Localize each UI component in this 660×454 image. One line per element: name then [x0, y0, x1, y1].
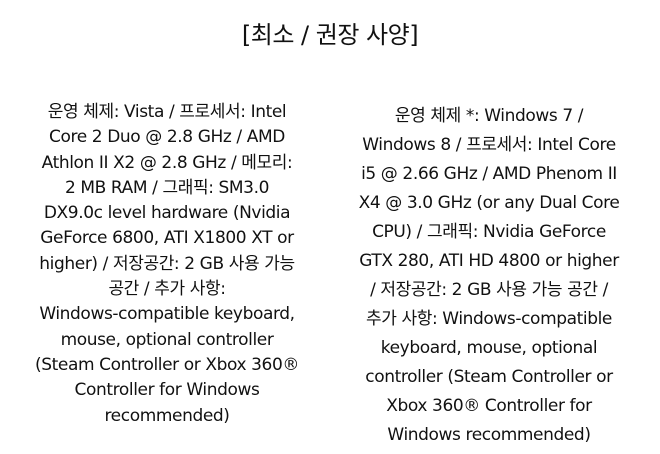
minimum-spec-line: Core 2 Duo @ 2.8 GHz / AMD: [49, 127, 285, 148]
recommended-spec-line: i5 @ 2.66 GHz / AMD Phenom II: [361, 164, 617, 184]
recommended-spec-line: GTX 280, ATI HD 4800 or higher: [359, 251, 619, 271]
recommended-specs: 운영 체제 *: Windows 7 / Windows 8 / 프로세서: I…: [345, 102, 633, 450]
minimum-spec-line: 2 MB RAM / 그래픽: SM3.0: [64, 177, 270, 198]
minimum-spec-line: recommended): [104, 405, 230, 426]
recommended-spec-line: Windows 8 / 프로세서: Intel Core: [362, 135, 616, 155]
recommended-spec-line: X4 @ 3.0 GHz (or any Dual Core: [358, 193, 620, 213]
minimum-spec-line: higher) / 저장공간: 2 GB 사용 가능: [39, 253, 295, 274]
minimum-spec-line: GeForce 6800, ATI X1800 XT or: [40, 228, 294, 249]
recommended-spec-line: 추가 사항: Windows-compatible: [366, 309, 612, 329]
recommended-spec-line: keyboard, mouse, optional: [380, 338, 598, 358]
recommended-spec-line: Windows recommended): [387, 425, 591, 445]
recommended-spec-line: CPU) / 그래픽: Nvidia GeForce: [372, 222, 606, 242]
minimum-spec-line: Athlon II X2 @ 2.8 GHz / 메모리:: [41, 152, 293, 173]
minimum-spec-line: (Steam Controller or Xbox 360®: [35, 354, 299, 375]
minimum-spec-line: DX9.0c level hardware (Nvidia: [43, 203, 291, 224]
page-title: [최소 / 권장 사양]: [241, 21, 419, 49]
minimum-spec-line: 운영 체제: Vista / 프로세서: Intel: [47, 102, 287, 122]
minimum-spec-line: mouse, optional controller: [60, 329, 274, 350]
recommended-spec-line: Xbox 360® Controller for: [386, 396, 592, 416]
minimum-spec-line: Windows-compatible keyboard,: [39, 304, 295, 325]
minimum-spec-line: Controller for Windows: [74, 380, 260, 401]
recommended-spec-line: controller (Steam Controller or: [365, 367, 613, 387]
minimum-spec-line: 공간 / 추가 사항:: [108, 279, 226, 300]
minimum-specs: 운영 체제: Vista / 프로세서: Intel Core 2 Duo @ …: [24, 100, 310, 429]
recommended-spec-line: 운영 체제 *: Windows 7 /: [394, 106, 584, 126]
recommended-spec-line: / 저장공간: 2 GB 사용 가능 공간 /: [370, 280, 608, 300]
